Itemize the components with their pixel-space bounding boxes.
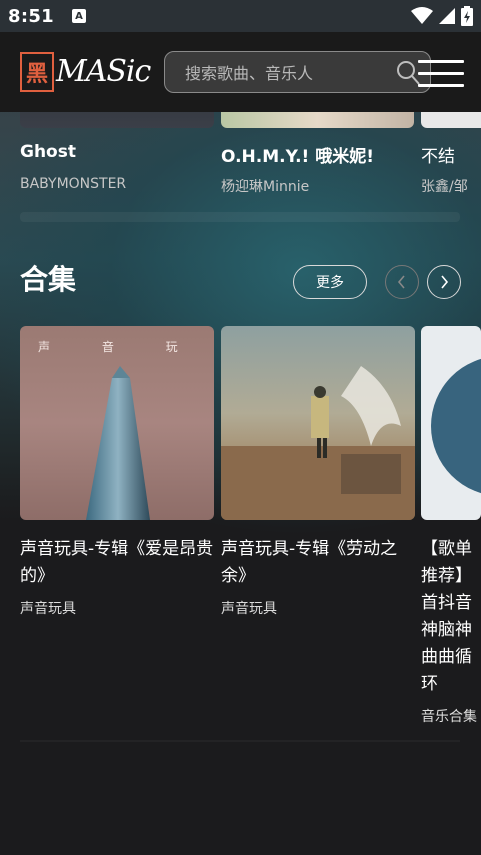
battery-icon [461, 6, 473, 26]
album-artist-3[interactable]: 音乐合集 [421, 706, 481, 726]
main-content: Ghost O.H.M.Y.! 哦米妮! 不结 BABYMONSTER 杨迎琳M… [0, 0, 481, 855]
album-card-3[interactable]: 【歌单推荐】首抖音神脑神曲曲循环 音乐合集 [421, 326, 481, 726]
signal-icon [439, 8, 455, 24]
album-cover-1-text: 声 音 玩 具 [38, 340, 214, 354]
logo-text[interactable]: MASic [56, 54, 151, 89]
album-cover-1[interactable]: 声 音 玩 具 [20, 326, 214, 520]
rooftop-illustration [221, 366, 415, 520]
search-icon[interactable] [396, 60, 420, 86]
status-icons [411, 6, 473, 26]
search-input[interactable]: 搜索歌曲、音乐人 [164, 51, 431, 93]
next-button[interactable] [427, 265, 461, 299]
wifi-icon [411, 7, 433, 24]
album-cover-3[interactable] [421, 326, 481, 520]
section-title-collections: 合集 [20, 263, 77, 296]
song-artist-3[interactable]: 张鑫/邹 [421, 176, 468, 196]
album-card-1[interactable]: 声 音 玩 具 声音玩具-专辑《爱是昂贵的》 声音玩具 [20, 326, 214, 618]
status-bar: 8:51 A [0, 0, 481, 32]
chevron-left-icon [397, 275, 405, 289]
song-artist-1[interactable]: BABYMONSTER [20, 176, 126, 192]
section-divider [20, 212, 460, 222]
globe-illustration [431, 358, 481, 494]
notification-a-icon: A [71, 9, 86, 23]
logo-mark[interactable]: 黑 [20, 52, 54, 92]
album-artist-2[interactable]: 声音玩具 [221, 598, 415, 618]
album-title-2[interactable]: 声音玩具-专辑《劳动之余》 [221, 536, 421, 590]
album-card-2[interactable]: 声音玩具-专辑《劳动之余》 声音玩具 [221, 326, 415, 618]
hamburger-menu-icon[interactable] [418, 60, 464, 88]
song-title-2[interactable]: O.H.M.Y.! 哦米妮! [221, 142, 374, 167]
app-header: 黑 MASic 搜索歌曲、音乐人 [0, 32, 481, 112]
album-cover-2[interactable] [221, 326, 415, 520]
album-artist-1[interactable]: 声音玩具 [20, 598, 214, 618]
chevron-right-icon [441, 275, 449, 289]
search-placeholder: 搜索歌曲、音乐人 [185, 64, 314, 83]
song-title-3[interactable]: 不结 [421, 142, 455, 167]
song-title-1[interactable]: Ghost [20, 142, 76, 162]
song-artist-2[interactable]: 杨迎琳Minnie [221, 176, 309, 196]
album-title-3[interactable]: 【歌单推荐】首抖音神脑神曲曲循环 [421, 536, 481, 698]
more-button[interactable]: 更多 [293, 265, 367, 299]
prev-button[interactable] [385, 265, 419, 299]
status-time: 8:51 [8, 5, 54, 27]
tower-illustration [86, 366, 150, 520]
section-divider-bottom [20, 740, 460, 742]
album-title-1[interactable]: 声音玩具-专辑《爱是昂贵的》 [20, 536, 220, 590]
